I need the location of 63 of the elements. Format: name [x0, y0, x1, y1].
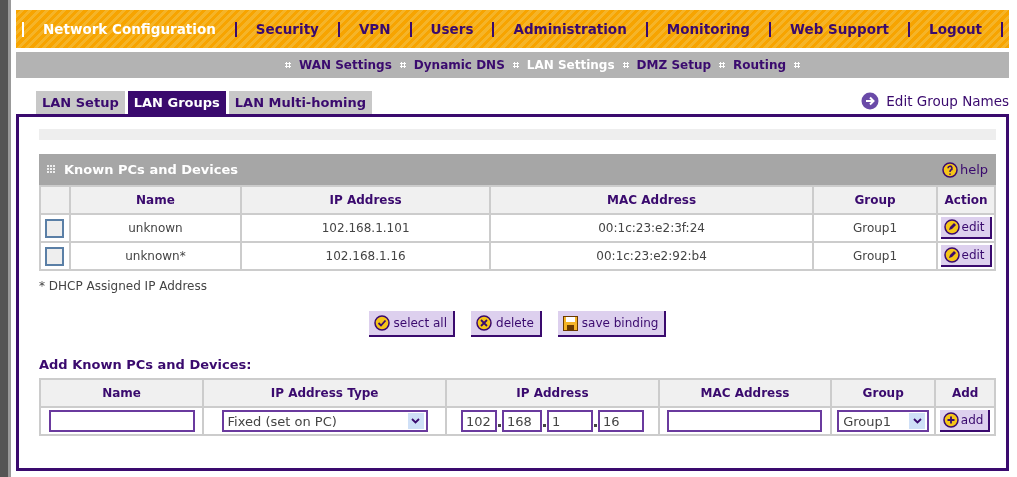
column-header: Group: [813, 186, 938, 214]
edit-button[interactable]: edit: [940, 217, 992, 239]
group-dropdown[interactable]: Group1: [837, 410, 930, 432]
tab[interactable]: LAN Setup: [36, 91, 125, 114]
column-header: Group: [831, 379, 936, 407]
column-header: Add: [935, 379, 995, 407]
column-header: Name: [40, 379, 204, 407]
select-all-button[interactable]: select all: [368, 311, 455, 337]
table-cell: 102.168.1.101: [241, 214, 491, 242]
nav-link[interactable]: VPN: [358, 21, 391, 37]
table-cell: unknown*: [69, 242, 242, 270]
check-icon: [373, 315, 390, 331]
ip-octet-field[interactable]: 102: [460, 410, 497, 432]
column-header: IP Address Type: [203, 379, 446, 407]
sub-nav-link[interactable]: Routing: [733, 58, 787, 72]
footnote: * DHCP Assigned IP Address: [39, 279, 208, 293]
add-button[interactable]: add: [939, 410, 991, 432]
nav-link[interactable]: Web Support: [790, 21, 890, 37]
column-header: Action: [937, 186, 995, 214]
table-cell: unknown: [69, 214, 242, 242]
nav-link[interactable]: Users: [430, 21, 474, 37]
help-link[interactable]: help: [941, 161, 988, 178]
table-cell: 102.168.1.16: [241, 242, 491, 270]
table-cell: Group1: [813, 242, 938, 270]
tab[interactable]: LAN Groups: [127, 91, 226, 114]
edit-group-names-link[interactable]: Edit Group Names: [861, 92, 1009, 110]
ip-octet-field[interactable]: 16: [597, 410, 644, 432]
sub-nav-link[interactable]: Dynamic DNS: [413, 58, 505, 72]
column-header: IP Address: [445, 379, 659, 407]
checkbox[interactable]: [45, 246, 65, 266]
section-title: Known PCs and Devices: [64, 162, 239, 177]
column-header: MAC Address: [658, 379, 832, 407]
pencil-icon: [943, 247, 960, 263]
save-binding-button[interactable]: save binding: [557, 311, 667, 337]
table-cell: Group1: [813, 214, 938, 242]
close-icon: [476, 315, 492, 331]
sub-nav-link[interactable]: DMZ Setup: [636, 58, 712, 72]
nav-link[interactable]: Security: [255, 21, 319, 37]
section-title: Add Known PCs and Devices:: [39, 357, 253, 372]
tab[interactable]: LAN Multi-homing: [228, 91, 372, 114]
nav-link[interactable]: Logout: [929, 21, 982, 37]
mac-address-field[interactable]: [667, 410, 823, 432]
table-cell: 00:1c:23:e2:92:b4: [490, 242, 813, 270]
checkbox[interactable]: [45, 218, 65, 238]
pencil-icon: [943, 219, 960, 235]
caret-icon: [912, 418, 922, 424]
nav-link[interactable]: Monitoring: [666, 21, 751, 37]
delete-button[interactable]: delete: [471, 311, 542, 337]
ip-type-dropdown[interactable]: Fixed (set on PC): [221, 410, 428, 432]
column-header: Name: [69, 186, 242, 214]
table-cell: 00:1c:23:e2:3f:24: [490, 214, 813, 242]
sub-nav-link[interactable]: WAN Settings: [298, 58, 392, 72]
ip-octet-field[interactable]: 168: [501, 410, 542, 432]
question-mark-icon: [941, 161, 958, 178]
plus-icon: [942, 412, 959, 428]
name-field[interactable]: [48, 410, 195, 432]
ip-octet-field[interactable]: 1: [546, 410, 593, 432]
column-header: MAC Address: [490, 186, 813, 214]
caret-icon: [411, 418, 421, 424]
grid-icon: [47, 165, 56, 174]
nav-link[interactable]: Administration: [513, 21, 627, 37]
column-header: IP Address: [241, 186, 491, 214]
edit-button[interactable]: edit: [940, 245, 992, 267]
